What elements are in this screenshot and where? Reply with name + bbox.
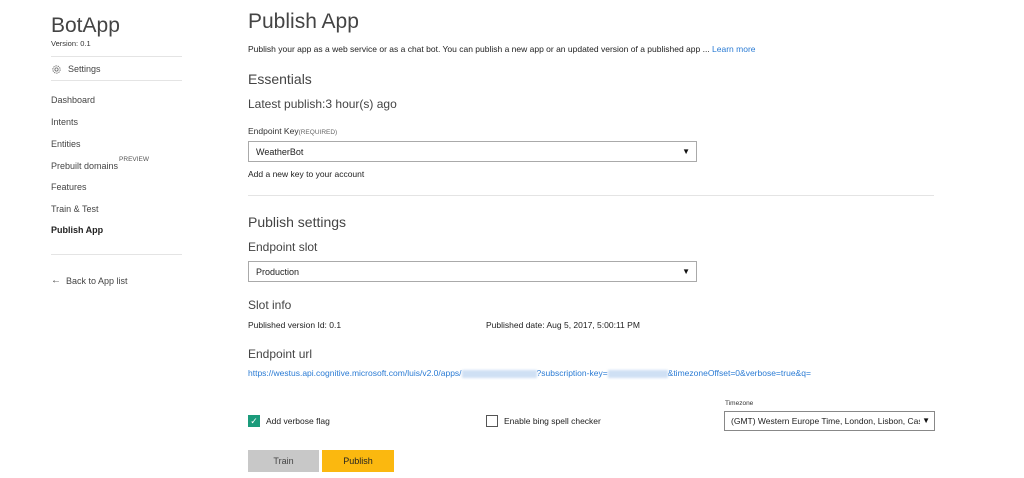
sidebar-item-label: Entities <box>51 139 81 149</box>
essentials-heading: Essentials <box>248 71 312 87</box>
learn-more-link[interactable]: Learn more <box>712 44 755 54</box>
sidebar-item-label: Train & Test <box>51 204 99 214</box>
checkmark-icon: ✓ <box>250 416 258 426</box>
required-tag: (REQUIRED) <box>298 129 338 136</box>
url-base: https://westus.api.cognitive.microsoft.c… <box>248 368 462 378</box>
page-description: Publish your app as a web service or as … <box>248 44 756 54</box>
timezone-select[interactable]: (GMT) Western Europe Time, London, Lisbo… <box>724 411 935 431</box>
sidebar-item-label: Intents <box>51 117 79 127</box>
endpoint-key-value: WeatherBot <box>256 146 304 157</box>
timezone-label: Timezone <box>725 400 754 407</box>
sidebar-item-label: Prebuilt domains <box>51 161 119 171</box>
sidebar-divider-bottom <box>51 254 182 255</box>
caret-down-icon: ▼ <box>920 416 930 425</box>
sidebar-item-label: Publish App <box>51 225 104 235</box>
publish-button[interactable]: Publish <box>322 450 394 472</box>
endpoint-url-link[interactable]: https://westus.api.cognitive.microsoft.c… <box>248 367 938 379</box>
publish-settings-heading: Publish settings <box>248 214 347 230</box>
sidebar-item-intents[interactable]: Intents <box>51 117 78 127</box>
sidebar-item-entities[interactable]: Entities <box>51 139 81 149</box>
sidebar-item-label: Dashboard <box>51 95 96 105</box>
endpoint-key-select[interactable]: WeatherBot ▼ <box>248 141 697 162</box>
sidebar-item-label: Features <box>51 182 87 192</box>
spell-checker-label: Enable bing spell checker <box>504 416 601 426</box>
endpoint-url-heading: Endpoint url <box>248 347 313 361</box>
gear-icon <box>52 64 61 74</box>
train-button[interactable]: Train <box>248 450 319 472</box>
spell-checker-option[interactable]: Enable bing spell checker <box>486 415 601 427</box>
sidebar-divider-settings <box>51 80 182 81</box>
url-suffix: &timezoneOffset=0&verbose=true&q= <box>667 368 811 378</box>
sidebar-item-train-test[interactable]: Train & Test <box>51 204 99 214</box>
sidebar-item-publish-app[interactable]: Publish App <box>51 225 103 235</box>
sidebar-divider-top <box>51 56 182 57</box>
endpoint-slot-select[interactable]: Production ▼ <box>248 261 697 282</box>
app-name: BotApp <box>51 14 120 37</box>
verbose-flag-option[interactable]: ✓ Add verbose flag <box>248 415 330 427</box>
endpoint-key-label: Endpoint Key(REQUIRED) <box>248 126 337 136</box>
preview-badge: PREVIEW <box>119 156 150 163</box>
slot-info-heading: Slot info <box>248 298 292 312</box>
url-subscription: ?subscription-key= <box>536 368 608 378</box>
sidebar-item-features[interactable]: Features <box>51 182 87 192</box>
version-value: 0.1 <box>80 39 91 48</box>
verbose-flag-checkbox[interactable]: ✓ <box>248 415 260 427</box>
settings-label: Settings <box>68 64 101 74</box>
version-label: Version: <box>51 39 79 48</box>
sidebar-item-prebuilt-domains[interactable]: Prebuilt domainsPREVIEW <box>51 156 149 171</box>
app-version: Version: 0.1 <box>51 39 91 48</box>
main-content: Publish App Publish your app as a web se… <box>248 0 938 478</box>
timezone-value: (GMT) Western Europe Time, London, Lisbo… <box>731 416 921 426</box>
caret-down-icon: ▼ <box>682 267 690 276</box>
back-label: Back to App list <box>66 275 128 286</box>
arrow-left-icon: ← <box>51 275 61 286</box>
sidebar-item-dashboard[interactable]: Dashboard <box>51 95 95 105</box>
sidebar: BotApp Version: 0.1 Settings Dashboard I… <box>51 0 182 478</box>
sidebar-settings[interactable]: Settings <box>51 62 101 76</box>
spell-checker-checkbox[interactable] <box>486 415 498 427</box>
endpoint-slot-label: Endpoint slot <box>248 240 318 254</box>
published-date-text: Published date: Aug 5, 2017, 5:00:11 PM <box>486 320 640 330</box>
page-title: Publish App <box>248 10 359 33</box>
latest-publish-text: Latest publish:3 hour(s) ago <box>248 97 397 111</box>
redacted-subscription-key <box>607 369 668 378</box>
section-divider <box>248 195 934 196</box>
published-version-text: Published version Id: 0.1 <box>248 320 342 330</box>
redacted-app-id <box>461 369 537 378</box>
add-new-key-link[interactable]: Add a new key to your account <box>248 169 364 179</box>
description-text: Publish your app as a web service or as … <box>248 44 710 54</box>
verbose-flag-label: Add verbose flag <box>266 416 330 426</box>
endpoint-key-label-text: Endpoint Key <box>248 126 299 136</box>
caret-down-icon: ▼ <box>682 147 690 156</box>
back-to-app-list-link[interactable]: ← Back to App list <box>51 275 128 286</box>
endpoint-slot-value: Production <box>256 266 300 277</box>
